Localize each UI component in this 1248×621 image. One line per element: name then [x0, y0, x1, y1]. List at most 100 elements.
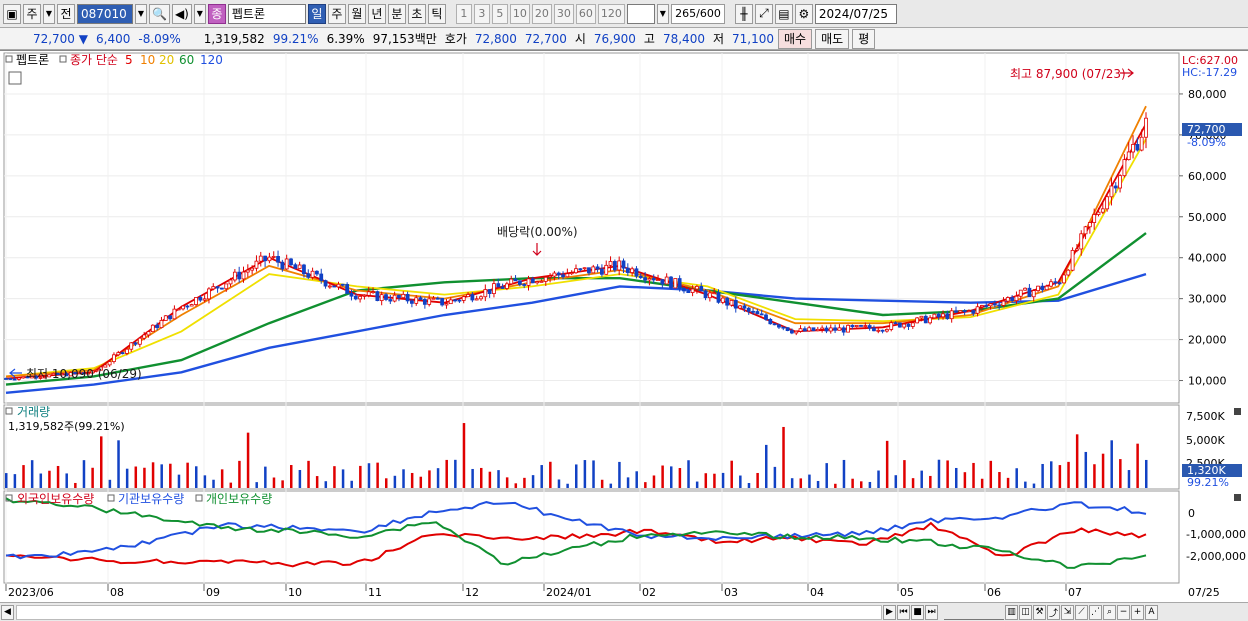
prev-button[interactable]: 전: [57, 3, 75, 24]
interval-3[interactable]: 3: [473, 3, 490, 24]
volume-bar: [790, 478, 794, 488]
period-second[interactable]: 초: [407, 3, 426, 24]
period-day[interactable]: 일: [307, 3, 326, 24]
horizontal-scrollbar[interactable]: [16, 604, 882, 620]
legend-ma20[interactable]: 20: [159, 53, 174, 67]
x-axis-label: 09: [206, 586, 220, 599]
search-icon[interactable]: ⌕: [1103, 604, 1116, 620]
save-icon[interactable]: ▤: [774, 3, 793, 24]
candle-body: [228, 279, 233, 285]
volume-bar: [575, 464, 578, 488]
interval-custom-input[interactable]: [626, 3, 655, 24]
font-icon[interactable]: A: [1145, 604, 1158, 620]
stop-icon[interactable]: ■: [911, 604, 924, 620]
legend-stock-name[interactable]: 펩트론: [16, 53, 49, 67]
scroll-left-icon[interactable]: ◀: [1, 604, 14, 620]
trend-icon[interactable]: ⟋: [1075, 604, 1088, 620]
volume-bar: [229, 482, 233, 488]
date-input[interactable]: 2024/07/25: [814, 3, 897, 24]
legend-ma120[interactable]: 120: [200, 53, 223, 67]
candle-body: [1122, 159, 1127, 177]
volume-title[interactable]: 거래량: [17, 405, 50, 419]
chevron-down-icon[interactable]: ▼: [193, 3, 206, 24]
open-label: 시: [574, 32, 586, 46]
period-month[interactable]: 월: [347, 3, 366, 24]
interval-10[interactable]: 10: [509, 3, 530, 24]
candle-body: [811, 327, 816, 332]
interval-5[interactable]: 5: [491, 3, 508, 24]
candle-body: [729, 299, 734, 306]
stock-name-field[interactable]: 펩트론: [227, 3, 306, 24]
volume-bar: [903, 460, 906, 488]
volume-bar: [540, 465, 543, 488]
chart-area[interactable]: 펩트론 종가 단순 5 10 20 60 120 LC:627.00 HC:-1…: [0, 50, 1248, 602]
pattern-icon[interactable]: ⋰: [1089, 604, 1102, 620]
volume-bar: [1058, 465, 1062, 488]
forward-icon[interactable]: ⏭: [925, 604, 938, 620]
candle-body: [880, 329, 885, 332]
legend-ma60[interactable]: 60: [179, 53, 194, 67]
rewind-icon[interactable]: ⏮: [897, 604, 910, 620]
period-year[interactable]: 년: [367, 3, 386, 24]
panel-close-icon[interactable]: [1234, 408, 1241, 415]
chevron-down-icon[interactable]: ▼: [656, 3, 669, 24]
count-field[interactable]: 265/600: [670, 3, 725, 24]
zoom-out-icon[interactable]: −: [1117, 604, 1130, 620]
zoom-in-icon[interactable]: +: [1131, 604, 1144, 620]
interval-20[interactable]: 20: [531, 3, 552, 24]
panel-close-icon[interactable]: [1234, 494, 1241, 501]
chart-svg[interactable]: 펩트론 종가 단순 5 10 20 60 120 LC:627.00 HC:-1…: [0, 51, 1248, 603]
draw-icon[interactable]: ⤴: [1047, 604, 1060, 620]
legend-ma5[interactable]: 5: [125, 53, 133, 67]
tool-icon[interactable]: ⚒: [1033, 604, 1046, 620]
candle-body: [237, 271, 242, 280]
type-select[interactable]: 주: [23, 3, 41, 24]
buy-button[interactable]: 매수: [778, 28, 813, 49]
candle-body: [487, 289, 492, 294]
x-axis-label: 11: [368, 586, 382, 599]
period-week[interactable]: 주: [327, 3, 346, 24]
volume-bar: [566, 483, 569, 488]
legend-individual-holdings[interactable]: 개인보유수량: [206, 492, 272, 506]
candle-body: [1044, 285, 1049, 291]
scroll-right-icon[interactable]: ▶: [883, 604, 896, 620]
draw-tool-icon[interactable]: ⤢: [754, 3, 773, 24]
window-icon[interactable]: ▣: [3, 3, 21, 24]
candle-body: [332, 285, 337, 288]
candle-body: [604, 264, 609, 275]
gear-icon[interactable]: ⚙: [794, 3, 813, 24]
legend-foreign-holdings[interactable]: 외국인보유수량: [17, 492, 94, 506]
stock-code-input[interactable]: 087010: [77, 3, 133, 24]
chevron-down-icon[interactable]: ▼: [43, 3, 55, 24]
interval-30[interactable]: 30: [553, 3, 574, 24]
candle-body: [1040, 285, 1045, 291]
period-tick[interactable]: 틱: [427, 3, 446, 24]
volume-bar: [670, 466, 673, 488]
holdings-line: [5, 501, 1147, 560]
candle-icon[interactable]: ╫: [734, 3, 753, 24]
legend-series[interactable]: 종가 단순: [70, 53, 118, 67]
volume-bar: [1145, 459, 1148, 488]
measure-icon[interactable]: ⇲: [1061, 604, 1074, 620]
chevron-down-icon[interactable]: ▼: [135, 3, 147, 24]
candle-body: [319, 273, 324, 281]
speaker-icon[interactable]: ◀): [171, 3, 192, 24]
candle-body: [543, 276, 548, 282]
compare-icon[interactable]: ◫: [1019, 604, 1032, 620]
sell-button[interactable]: 매도: [815, 28, 850, 49]
volume-bar: [1101, 453, 1105, 488]
candle-body: [1010, 297, 1015, 302]
interval-1[interactable]: 1: [455, 3, 472, 24]
legend-ma10[interactable]: 10: [140, 53, 155, 67]
interval-60[interactable]: 60: [575, 3, 596, 24]
legend-institution-holdings[interactable]: 기관보유수량: [118, 492, 184, 506]
search-icon[interactable]: 🔍: [149, 3, 170, 24]
candle-body: [820, 327, 825, 330]
zoom-slider[interactable]: [944, 605, 1004, 620]
table-icon[interactable]: [8, 71, 22, 85]
period-minute[interactable]: 분: [387, 3, 406, 24]
interval-120[interactable]: 120: [597, 3, 625, 24]
layout-icon[interactable]: ▥: [1005, 604, 1018, 620]
volume-bar: [333, 466, 336, 488]
evaluate-button[interactable]: 평: [852, 28, 876, 49]
